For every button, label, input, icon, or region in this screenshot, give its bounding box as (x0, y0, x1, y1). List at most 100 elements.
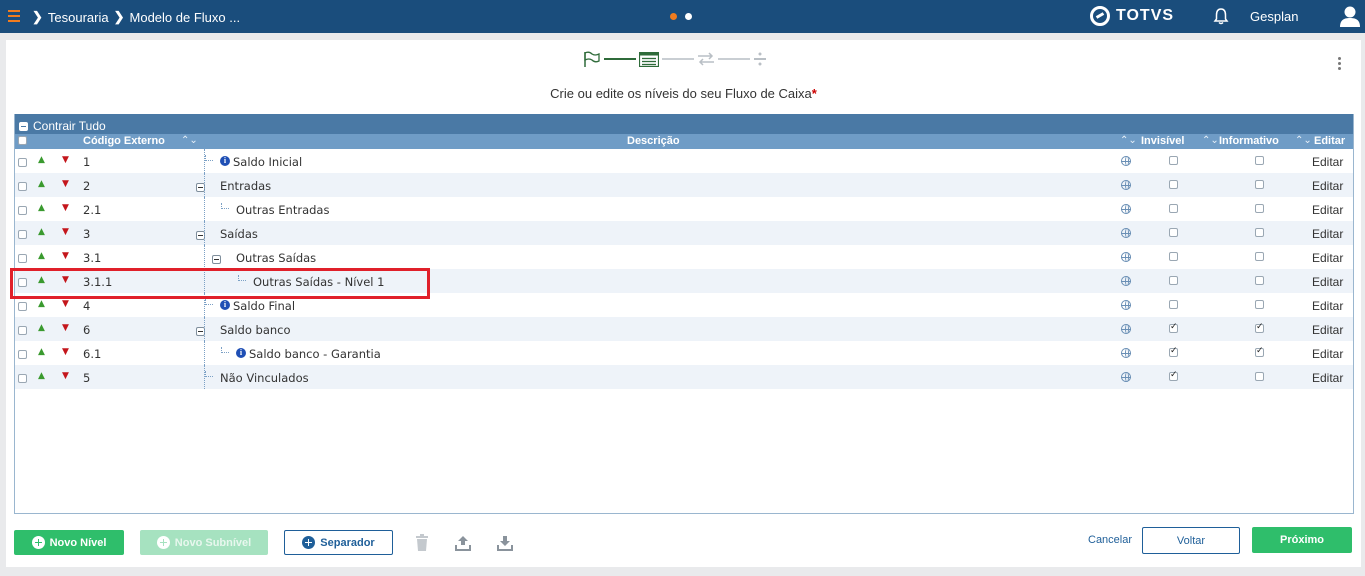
invisible-checkbox[interactable] (1169, 276, 1178, 285)
breadcrumb-item-current[interactable]: Modelo de Fluxo ... (130, 10, 241, 25)
edit-link[interactable]: Editar (1312, 323, 1343, 337)
next-button[interactable]: Próximo (1252, 527, 1352, 553)
move-up-icon[interactable]: ▲ (38, 203, 45, 213)
sort-invisible-icon[interactable]: ⌃⌄ (1202, 135, 1219, 146)
move-down-icon[interactable]: ▼ (62, 227, 69, 237)
informative-checkbox[interactable] (1255, 156, 1264, 165)
collapse-all-icon[interactable] (19, 122, 28, 131)
move-down-icon[interactable]: ▼ (62, 155, 69, 165)
invisible-checkbox[interactable] (1169, 346, 1178, 357)
page-dot-inactive[interactable] (685, 13, 692, 20)
move-down-icon[interactable]: ▼ (62, 371, 69, 381)
row-select-checkbox[interactable] (18, 350, 27, 359)
informative-checkbox[interactable] (1255, 252, 1264, 261)
download-icon[interactable] (497, 534, 513, 552)
move-down-icon[interactable]: ▼ (62, 299, 69, 309)
bell-icon[interactable] (1213, 8, 1229, 25)
invisible-checkbox[interactable] (1169, 370, 1178, 381)
informative-checkbox[interactable] (1255, 300, 1264, 309)
globe-icon[interactable] (1121, 324, 1131, 334)
row-select-checkbox[interactable] (18, 206, 27, 215)
informative-checkbox[interactable] (1255, 204, 1264, 213)
move-up-icon[interactable]: ▲ (38, 371, 45, 381)
informative-checkbox[interactable] (1255, 346, 1264, 357)
edit-link[interactable]: Editar (1312, 179, 1343, 193)
move-up-icon[interactable]: ▲ (38, 251, 45, 261)
sort-code-icon[interactable]: ⌃⌄ (181, 135, 198, 146)
row-select-checkbox[interactable] (18, 254, 27, 263)
globe-icon[interactable] (1121, 180, 1131, 190)
user-name[interactable]: Gesplan (1250, 9, 1298, 24)
transfer-icon[interactable] (697, 52, 715, 66)
table-row[interactable]: ▲ ▼ 2.1 Outras Entradas Editar (15, 197, 1353, 221)
collapse-node-icon[interactable] (212, 255, 221, 264)
info-icon[interactable]: i (220, 156, 230, 166)
trash-icon[interactable] (414, 534, 430, 552)
info-icon[interactable]: i (220, 300, 230, 310)
invisible-checkbox[interactable] (1169, 300, 1178, 309)
invisible-checkbox[interactable] (1169, 322, 1178, 333)
globe-icon[interactable] (1121, 204, 1131, 214)
info-icon[interactable]: i (236, 348, 246, 358)
informative-checkbox[interactable] (1255, 322, 1264, 333)
table-row[interactable]: ▲ ▼ 6 Saldo banco Editar (15, 317, 1353, 341)
cancel-link[interactable]: Cancelar (1088, 534, 1132, 546)
new-sublevel-button[interactable]: Novo Subnível (140, 530, 268, 555)
edit-link[interactable]: Editar (1312, 155, 1343, 169)
back-button[interactable]: Voltar (1142, 527, 1240, 554)
divide-icon[interactable] (753, 52, 767, 66)
globe-icon[interactable] (1121, 252, 1131, 262)
sort-description-icon[interactable]: ⌃⌄ (1120, 135, 1137, 146)
row-select-checkbox[interactable] (18, 374, 27, 383)
separator-button[interactable]: Separador (284, 530, 393, 555)
move-down-icon[interactable]: ▼ (62, 347, 69, 357)
edit-link[interactable]: Editar (1312, 203, 1343, 217)
globe-icon[interactable] (1121, 348, 1131, 358)
move-up-icon[interactable]: ▲ (38, 323, 45, 333)
table-row[interactable]: ▲ ▼ 1 i Saldo Inicial Editar (15, 149, 1353, 173)
breadcrumb-item-tesouraria[interactable]: Tesouraria (48, 10, 109, 25)
row-select-checkbox[interactable] (18, 302, 27, 311)
table-row[interactable]: ▲ ▼ 2 Entradas Editar (15, 173, 1353, 197)
table-row[interactable]: ▲ ▼ 3 Saídas Editar (15, 221, 1353, 245)
edit-link[interactable]: Editar (1312, 347, 1343, 361)
row-select-checkbox[interactable] (18, 182, 27, 191)
informative-checkbox[interactable] (1255, 180, 1264, 189)
move-down-icon[interactable]: ▼ (62, 323, 69, 333)
table-row[interactable]: ▲ ▼ 5 Não Vinculados Editar (15, 365, 1353, 389)
collapse-all-label[interactable]: Contrair Tudo (33, 119, 106, 133)
column-header-code[interactable]: Código Externo (83, 135, 165, 147)
move-up-icon[interactable]: ▲ (38, 155, 45, 165)
flag-icon[interactable] (583, 51, 601, 67)
table-row[interactable]: ▲ ▼ 6.1 iSaldo banco - Garantia Editar (15, 341, 1353, 365)
edit-link[interactable]: Editar (1312, 299, 1343, 313)
edit-link[interactable]: Editar (1312, 251, 1343, 265)
invisible-checkbox[interactable] (1169, 156, 1178, 165)
move-down-icon[interactable]: ▼ (62, 251, 69, 261)
globe-icon[interactable] (1121, 228, 1131, 238)
column-header-informative[interactable]: Informativo (1219, 135, 1279, 147)
new-level-button[interactable]: Novo Nível (14, 530, 124, 555)
move-up-icon[interactable]: ▲ (38, 179, 45, 189)
invisible-checkbox[interactable] (1169, 228, 1178, 237)
move-down-icon[interactable]: ▼ (62, 179, 69, 189)
globe-icon[interactable] (1121, 156, 1131, 166)
list-icon[interactable] (639, 51, 659, 67)
table-row[interactable]: ▲ ▼ 3.1 Outras Saídas Editar (15, 245, 1353, 269)
informative-checkbox[interactable] (1255, 228, 1264, 237)
edit-link[interactable]: Editar (1312, 227, 1343, 241)
edit-link[interactable]: Editar (1312, 371, 1343, 385)
globe-icon[interactable] (1121, 300, 1131, 310)
collapse-all-bar[interactable]: Contrair Tudo (15, 114, 1353, 134)
invisible-checkbox[interactable] (1169, 252, 1178, 261)
informative-checkbox[interactable] (1255, 372, 1264, 381)
row-select-checkbox[interactable] (18, 326, 27, 335)
row-select-checkbox[interactable] (18, 230, 27, 239)
select-all-checkbox[interactable] (18, 136, 27, 145)
sort-informative-icon[interactable]: ⌃⌄ (1295, 135, 1312, 146)
upload-icon[interactable] (455, 534, 471, 552)
hamburger-menu-icon[interactable] (8, 10, 20, 22)
invisible-checkbox[interactable] (1169, 180, 1178, 189)
column-header-description[interactable]: Descrição (627, 135, 680, 147)
globe-icon[interactable] (1121, 372, 1131, 382)
